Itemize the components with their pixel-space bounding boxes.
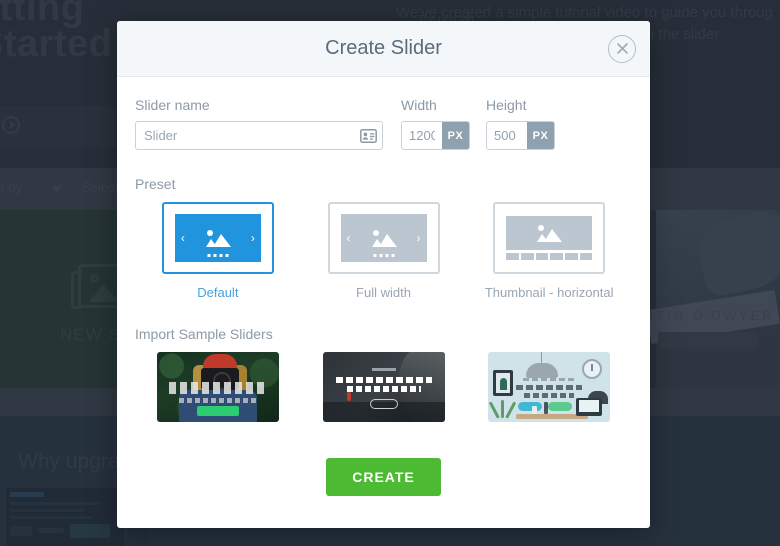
- slider-name-input-wrap[interactable]: [135, 121, 383, 150]
- image-icon: [205, 229, 231, 247]
- thumbnail-strip: [506, 253, 593, 260]
- chevron-left-icon: ‹: [346, 231, 351, 245]
- height-unit-label: PX: [527, 122, 554, 149]
- sample-sliders-title: Import Sample Sliders: [135, 326, 273, 342]
- height-input[interactable]: [487, 122, 527, 149]
- preset-label-full-width: Full width: [356, 285, 411, 300]
- preset-option-default[interactable]: ‹ › Default: [135, 202, 301, 300]
- create-button[interactable]: CREATE: [326, 458, 441, 496]
- chevron-right-icon: ›: [416, 231, 421, 245]
- lighthouse-sample[interactable]: [322, 352, 445, 422]
- width-input-wrap[interactable]: PX: [401, 121, 470, 150]
- chevron-left-icon: ‹: [180, 231, 185, 245]
- modal-body: Slider name Slider Width 1200 PX Height …: [117, 77, 650, 496]
- sample-sliders-list: [135, 352, 632, 422]
- sample-slider-item[interactable]: [301, 352, 467, 422]
- height-field-group: Height PX: [486, 97, 555, 150]
- page-title: Create Slider: [325, 37, 442, 59]
- dimension-fields-row: Slider name Slider Width 1200 PX Height …: [135, 97, 632, 150]
- close-icon[interactable]: [608, 34, 636, 63]
- preset-options: ‹ › Default ‹ › Full width Thumbnail - h…: [135, 202, 632, 300]
- preset-card-thumbnail-horizontal[interactable]: [493, 202, 606, 274]
- id-card-icon[interactable]: [354, 122, 382, 149]
- sample-slider-item[interactable]: [135, 352, 301, 422]
- preset-card-default[interactable]: ‹ ›: [161, 202, 274, 274]
- page-root: etting Started We've created a simple tu…: [0, 0, 780, 546]
- height-input-wrap[interactable]: PX: [486, 121, 555, 150]
- sample-slider-item[interactable]: [466, 352, 632, 422]
- modal-header: Create Slider: [117, 21, 650, 77]
- preset-option-thumbnail-horizontal[interactable]: Thumbnail - horizontal: [466, 202, 632, 300]
- image-icon: [371, 229, 397, 247]
- preset-label-default: Default: [197, 285, 239, 300]
- slider-name-field-group: Slider name: [135, 97, 383, 150]
- pagination-dots-icon: [207, 254, 229, 257]
- width-input[interactable]: [402, 122, 442, 149]
- preset-card-full-width[interactable]: ‹ ›: [327, 202, 440, 274]
- thumbnail-preview-icon: [506, 216, 593, 260]
- preset-option-full-width[interactable]: ‹ › Full width: [301, 202, 467, 300]
- chevron-right-icon: ›: [250, 231, 255, 245]
- slider-name-label: Slider name: [135, 97, 210, 113]
- pagination-dots-icon: [373, 254, 394, 257]
- width-label: Width: [401, 97, 437, 113]
- slider-preview-icon: ‹ ›: [174, 214, 261, 262]
- thumbnail-main-area: [506, 216, 593, 250]
- slider-name-input[interactable]: [136, 122, 354, 149]
- photographer-sample[interactable]: [156, 352, 279, 422]
- slider-preview-icon: ‹ ›: [340, 214, 427, 262]
- width-field-group: Width PX: [401, 97, 470, 150]
- image-icon: [536, 224, 563, 242]
- studio-sample[interactable]: [488, 352, 611, 422]
- width-unit-label: PX: [442, 122, 469, 149]
- preset-label-thumbnail-horizontal: Thumbnail - horizontal: [484, 285, 614, 300]
- preset-section-title: Preset: [135, 176, 176, 192]
- create-slider-modal: Create Slider Slider name Slider Width 1…: [117, 21, 650, 528]
- modal-footer: CREATE: [135, 458, 632, 496]
- height-label: Height: [486, 97, 527, 113]
